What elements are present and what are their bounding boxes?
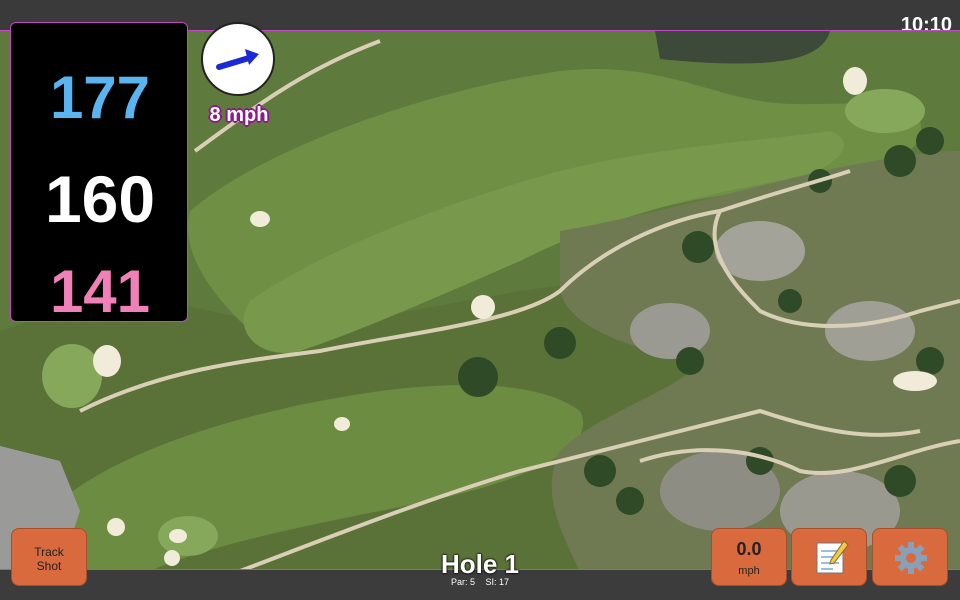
track-shot-label-line1: Track: [34, 545, 64, 559]
gear-icon: [895, 542, 927, 574]
wind-arrow-icon: [216, 49, 259, 70]
speed-value: 0.0: [736, 539, 762, 559]
wind-indicator[interactable]: [201, 22, 275, 96]
notepad-icon: [816, 540, 849, 574]
back-distance: 177: [49, 64, 151, 131]
track-shot-label-line2: Shot: [36, 559, 62, 573]
track-shot-button[interactable]: Track Shot: [11, 528, 87, 586]
distance-panel: 177 160 141: [10, 22, 188, 325]
hole-info: Par: 5 SI: 17: [380, 577, 580, 587]
notes-button[interactable]: [791, 528, 867, 586]
speed-unit: mph: [738, 565, 760, 577]
settings-button[interactable]: [872, 528, 948, 586]
hole-title: Hole 1: [440, 549, 520, 579]
speed-button[interactable]: 0.0 mph: [711, 528, 787, 586]
front-distance: 141: [49, 258, 151, 325]
center-distance: 160: [44, 162, 156, 236]
wind-speed: 8 mph: [209, 104, 269, 126]
hole-stroke-index: SI: 17: [485, 577, 510, 587]
hole-par: Par: 5: [450, 577, 475, 587]
